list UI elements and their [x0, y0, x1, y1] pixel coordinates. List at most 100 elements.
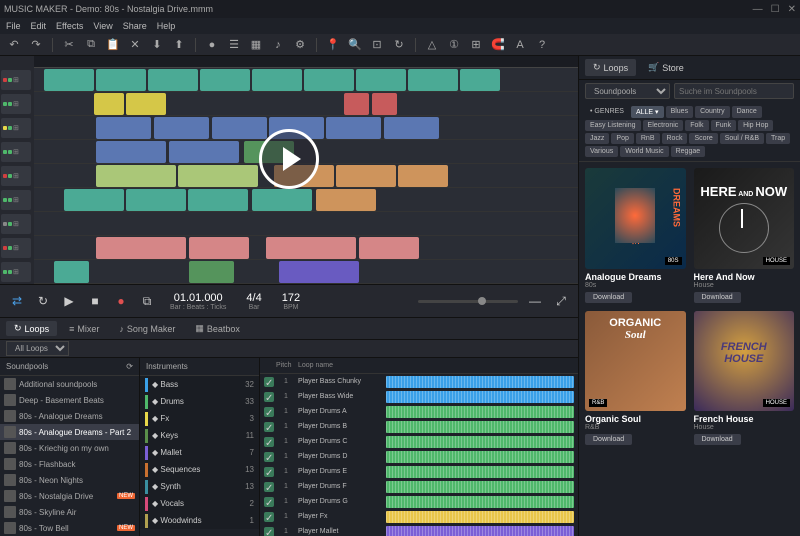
loop-checkbox[interactable]: ✓ — [264, 467, 274, 477]
track-header[interactable]: ⊞ — [1, 142, 31, 162]
audio-clip[interactable] — [372, 93, 397, 115]
search-input[interactable] — [674, 83, 794, 99]
audio-clip[interactable] — [154, 117, 209, 139]
soundpool-item[interactable]: 80s - Analogue Dreams - Part 2 — [0, 424, 139, 440]
soundpool-item[interactable]: 80s - Neon Nights — [0, 472, 139, 488]
shuffle-icon[interactable]: ⇄ — [8, 292, 26, 310]
record-icon[interactable]: ● — [204, 37, 220, 53]
loop-checkbox[interactable]: ✓ — [264, 437, 274, 447]
menu-effects[interactable]: Effects — [56, 21, 83, 31]
snap-icon[interactable]: ⊞ — [468, 37, 484, 53]
time-signature[interactable]: 4/4 — [246, 292, 261, 304]
download-button[interactable]: Download — [585, 434, 632, 445]
instrument-item[interactable]: ◆ Keys11 — [140, 427, 259, 444]
loop-item[interactable]: ✓1Player Bass Chunky — [260, 374, 578, 389]
audio-clip[interactable] — [200, 69, 250, 91]
loop-checkbox[interactable]: ✓ — [264, 392, 274, 402]
instrument-item[interactable]: ◆ Vocals2 — [140, 495, 259, 512]
loop-checkbox[interactable]: ✓ — [264, 407, 274, 417]
audio-clip[interactable] — [189, 261, 234, 283]
soundpool-dropdown[interactable]: Soundpools — [585, 83, 670, 99]
audio-clip[interactable] — [336, 165, 396, 187]
soundpool-item[interactable]: 80s - Nostalgia DriveNEW — [0, 488, 139, 504]
track[interactable] — [34, 212, 578, 236]
menu-edit[interactable]: Edit — [31, 21, 47, 31]
metronome-icon[interactable]: △ — [424, 37, 440, 53]
expand-panel-icon[interactable]: ⤢ — [552, 292, 570, 310]
instrument-item[interactable]: ◆ Synth13 — [140, 478, 259, 495]
soundpool-item[interactable]: 80s - Tow BellNEW — [0, 520, 139, 536]
song-icon[interactable]: ♪ — [270, 37, 286, 53]
rewind-icon[interactable]: ⧉ — [138, 292, 156, 310]
maximize-icon[interactable]: ☐ — [771, 4, 780, 15]
track-header[interactable]: ⊞ — [1, 238, 31, 258]
genre-chip[interactable]: Dance — [732, 106, 762, 118]
audio-clip[interactable] — [96, 165, 176, 187]
minimize-icon[interactable]: — — [753, 4, 763, 15]
soundpool-item[interactable]: 80s - Skyline Air — [0, 504, 139, 520]
paste-icon[interactable]: 📋 — [105, 37, 121, 53]
track[interactable] — [34, 92, 578, 116]
audio-clip[interactable] — [344, 93, 369, 115]
download-button[interactable]: Download — [585, 292, 632, 303]
loop-checkbox[interactable]: ✓ — [264, 482, 274, 492]
track-header[interactable]: ⊞ — [1, 70, 31, 90]
soundpack[interactable]: HERE AND NOWHOUSEHere And NowHouseDownlo… — [694, 168, 795, 303]
loop-item[interactable]: ✓1Player Drums G — [260, 494, 578, 509]
count-in-icon[interactable]: ① — [446, 37, 462, 53]
track-header[interactable]: ⊞ — [1, 118, 31, 138]
audio-clip[interactable] — [64, 189, 124, 211]
menu-file[interactable]: File — [6, 21, 21, 31]
stop-icon[interactable]: ■ — [86, 292, 104, 310]
loop-item[interactable]: ✓1Player Drums C — [260, 434, 578, 449]
genre-chip[interactable]: Reggae — [671, 146, 706, 157]
genre-chip[interactable]: Rock — [662, 133, 688, 144]
audio-clip[interactable] — [304, 69, 354, 91]
audio-clip[interactable] — [279, 261, 359, 283]
settings-icon[interactable]: ⚙ — [292, 37, 308, 53]
genre-chip[interactable]: World Music — [620, 146, 668, 157]
right-tab-store[interactable]: 🛒Store — [640, 59, 692, 76]
loop-checkbox[interactable]: ✓ — [264, 422, 274, 432]
audio-clip[interactable] — [212, 117, 267, 139]
audio-clip[interactable] — [94, 93, 124, 115]
loop-checkbox[interactable]: ✓ — [264, 527, 274, 536]
auto-icon[interactable]: A — [512, 37, 528, 53]
genre-chip[interactable]: Blues — [666, 106, 694, 118]
genre-chip[interactable]: Various — [585, 146, 618, 157]
loop-item[interactable]: ✓1Player Mallet — [260, 524, 578, 536]
genre-chip[interactable]: Country — [695, 106, 730, 118]
tab-beatbox[interactable]: ▦Beatbox — [187, 321, 248, 336]
soundpool-item[interactable]: 80s - Analogue Dreams — [0, 408, 139, 424]
soundpool-item[interactable]: 80s - Kriechig on my own — [0, 440, 139, 456]
help-icon[interactable]: ? — [534, 37, 550, 53]
copy-icon[interactable]: ⧉ — [83, 37, 99, 53]
audio-clip[interactable] — [252, 189, 312, 211]
soundpool-item[interactable]: Additional soundpools — [0, 376, 139, 392]
audio-clip[interactable] — [169, 141, 239, 163]
soundpack[interactable]: FRENCHHOUSEHOUSEFrench HouseHouseDownloa… — [694, 311, 795, 446]
audio-clip[interactable] — [252, 69, 302, 91]
instrument-item[interactable]: ◆ Bass32 — [140, 376, 259, 393]
audio-clip[interactable] — [460, 69, 500, 91]
download-button[interactable]: Download — [694, 434, 741, 445]
instrument-item[interactable]: ◆ Drums33 — [140, 393, 259, 410]
audio-clip[interactable] — [384, 117, 439, 139]
genre-chip[interactable]: Jazz — [585, 133, 609, 144]
track-header[interactable]: ⊞ — [1, 94, 31, 114]
audio-clip[interactable] — [398, 165, 448, 187]
audio-clip[interactable] — [178, 165, 258, 187]
right-tab-loops[interactable]: ↻Loops — [585, 59, 636, 76]
track-header[interactable]: ⊞ — [1, 214, 31, 234]
genre-chip[interactable]: Pop — [611, 133, 633, 144]
tab-loops[interactable]: ↻Loops — [6, 321, 57, 336]
minimize-panel-icon[interactable]: — — [526, 292, 544, 310]
undo-icon[interactable]: ↶ — [6, 37, 22, 53]
track-header[interactable]: ⊞ — [1, 190, 31, 210]
soundpool-item[interactable]: 80s - Flashback — [0, 456, 139, 472]
redo-icon[interactable]: ↷ — [28, 37, 44, 53]
zoom-icon[interactable]: 🔍 — [347, 37, 363, 53]
loop-checkbox[interactable]: ✓ — [264, 452, 274, 462]
soundpack[interactable]: ANALOGUEDREAMS80SAnalogue Dreams80sDownl… — [585, 168, 686, 303]
instrument-item[interactable]: ◆ Mallet7 — [140, 444, 259, 461]
